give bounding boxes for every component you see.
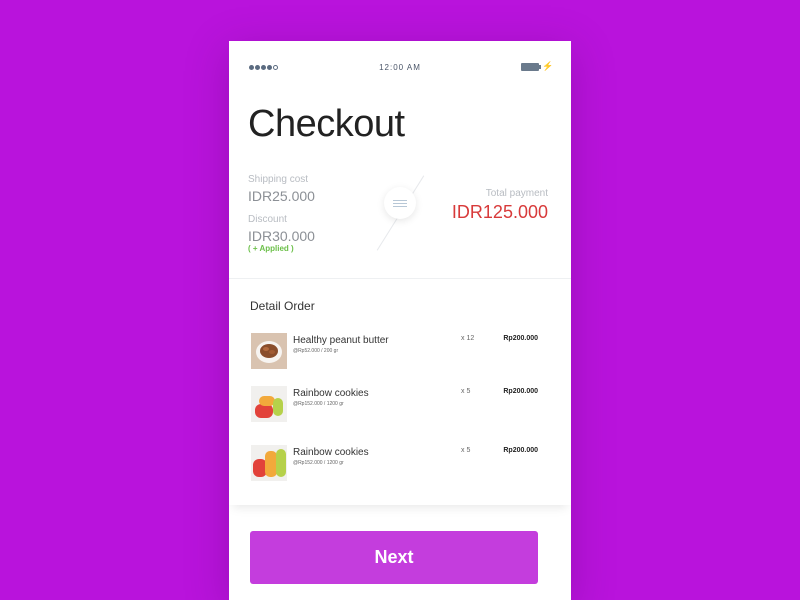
discount-label: Discount (248, 214, 287, 225)
total-payment-label: Total payment (485, 188, 548, 199)
item-price: Rp200.000 (503, 447, 538, 454)
order-item[interactable]: Rainbow cookies @Rp152.000 / 1200 gr x 5… (229, 386, 571, 424)
next-button[interactable]: Next (250, 531, 538, 584)
item-name: Rainbow cookies (293, 447, 369, 458)
item-quantity: x 5 (461, 447, 471, 454)
item-name: Healthy peanut butter (293, 335, 389, 346)
item-quantity: x 12 (461, 335, 475, 342)
charging-icon: ⚡ (542, 61, 554, 71)
item-unit-price: @Rp52.000 / 200 gr (293, 348, 339, 354)
status-time: 12:00 AM (379, 63, 421, 72)
order-item[interactable]: Healthy peanut butter @Rp52.000 / 200 gr… (229, 333, 571, 371)
shipping-cost-value: IDR25.000 (248, 188, 315, 204)
item-quantity: x 5 (461, 388, 471, 395)
item-price: Rp200.000 (503, 388, 538, 395)
menu-icon (393, 199, 407, 201)
discount-applied-badge[interactable]: ( + Applied ) (248, 244, 294, 253)
item-name: Rainbow cookies (293, 388, 369, 399)
detail-order-card: Detail Order Healthy peanut butter @Rp52… (229, 278, 571, 505)
item-unit-price: @Rp152.000 / 1200 gr (293, 401, 344, 407)
total-payment-value: IDR125.000 (451, 202, 548, 222)
peanut-butter-thumbnail (251, 333, 287, 369)
item-unit-price: @Rp152.000 / 1200 gr (293, 460, 344, 466)
page-title: Checkout (248, 103, 405, 145)
order-item[interactable]: Rainbow cookies @Rp152.000 / 1200 gr x 5… (229, 445, 571, 483)
macaron-thumbnail (251, 386, 287, 422)
battery-icon (521, 63, 541, 71)
menu-button[interactable] (384, 187, 416, 219)
detail-order-title: Detail Order (250, 299, 315, 313)
discount-value: IDR30.000 (248, 228, 315, 244)
status-bar: 12:00 AM ⚡ (229, 41, 571, 72)
macaron-thumbnail (251, 445, 287, 481)
shipping-cost-label: Shipping cost (248, 174, 309, 185)
item-price: Rp200.000 (503, 335, 538, 342)
phone-screen: 12:00 AM ⚡ Checkout Shipping cost IDR25.… (229, 41, 571, 600)
